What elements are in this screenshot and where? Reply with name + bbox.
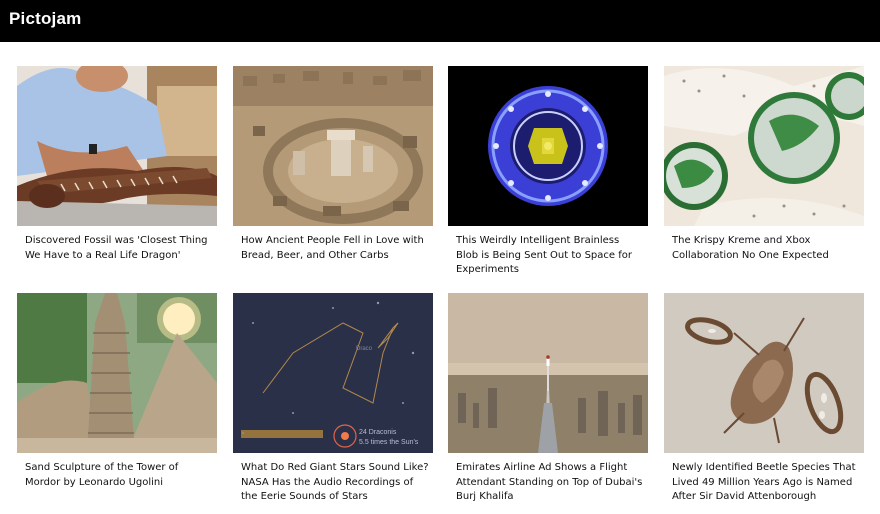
article-title[interactable]: Discovered Fossil was 'Closest Thing We … [17,234,217,263]
stone-ruins-image [233,66,433,226]
article-card-7[interactable]: Emirates Airline Ad Shows a Flight Atten… [448,293,648,505]
article-title[interactable]: Emirates Airline Ad Shows a Flight Atten… [448,461,648,505]
article-title[interactable]: How Ancient People Fell in Love with Bre… [233,234,433,263]
article-card-8[interactable]: Newly Identified Beetle Species That Liv… [664,293,864,505]
article-thumbnail-6[interactable]: Draco 24 Draconis 5.5 times the Sun's [233,293,433,453]
burj-khalifa-image [448,293,648,453]
article-thumbnail-3[interactable] [448,66,648,226]
article-thumbnail-2[interactable] [233,66,433,226]
fossil-beetle-image [664,293,864,453]
article-thumbnail-1[interactable] [17,66,217,226]
green-donuts-image [664,66,864,226]
star-size-label: 5.5 times the Sun's [359,439,419,446]
article-thumbnail-8[interactable] [664,293,864,453]
draco-constellation-image: Draco 24 Draconis 5.5 times the Sun's [233,293,433,453]
article-card-5[interactable]: Sand Sculpture of the Tower of Mordor by… [17,293,217,490]
article-card-2[interactable]: How Ancient People Fell in Love with Bre… [233,66,433,263]
man-with-fossil-image [17,66,217,226]
article-title[interactable]: Newly Identified Beetle Species That Liv… [664,461,864,505]
article-card-6[interactable]: Draco 24 Draconis 5.5 times the Sun's Wh… [233,293,433,505]
star-name-label: 24 Draconis [359,429,397,436]
article-thumbnail-4[interactable] [664,66,864,226]
top-bar: Pictojam [0,0,880,42]
glowing-petri-dish-image [448,66,648,226]
article-title[interactable]: Sand Sculpture of the Tower of Mordor by… [17,461,217,490]
article-title[interactable]: What Do Red Giant Stars Sound Like? NASA… [233,461,433,505]
article-thumbnail-5[interactable] [17,293,217,453]
article-thumbnail-7[interactable] [448,293,648,453]
sand-sculpture-image [17,293,217,453]
article-card-4[interactable]: The Krispy Kreme and Xbox Collaboration … [664,66,864,263]
site-logo[interactable]: Pictojam [9,9,81,29]
article-card-3[interactable]: This Weirdly Intelligent Brainless Blob … [448,66,648,278]
article-title[interactable]: This Weirdly Intelligent Brainless Blob … [448,234,648,278]
article-card-1[interactable]: Discovered Fossil was 'Closest Thing We … [17,66,217,263]
article-title[interactable]: The Krispy Kreme and Xbox Collaboration … [664,234,864,263]
constellation-label: Draco [356,346,373,352]
